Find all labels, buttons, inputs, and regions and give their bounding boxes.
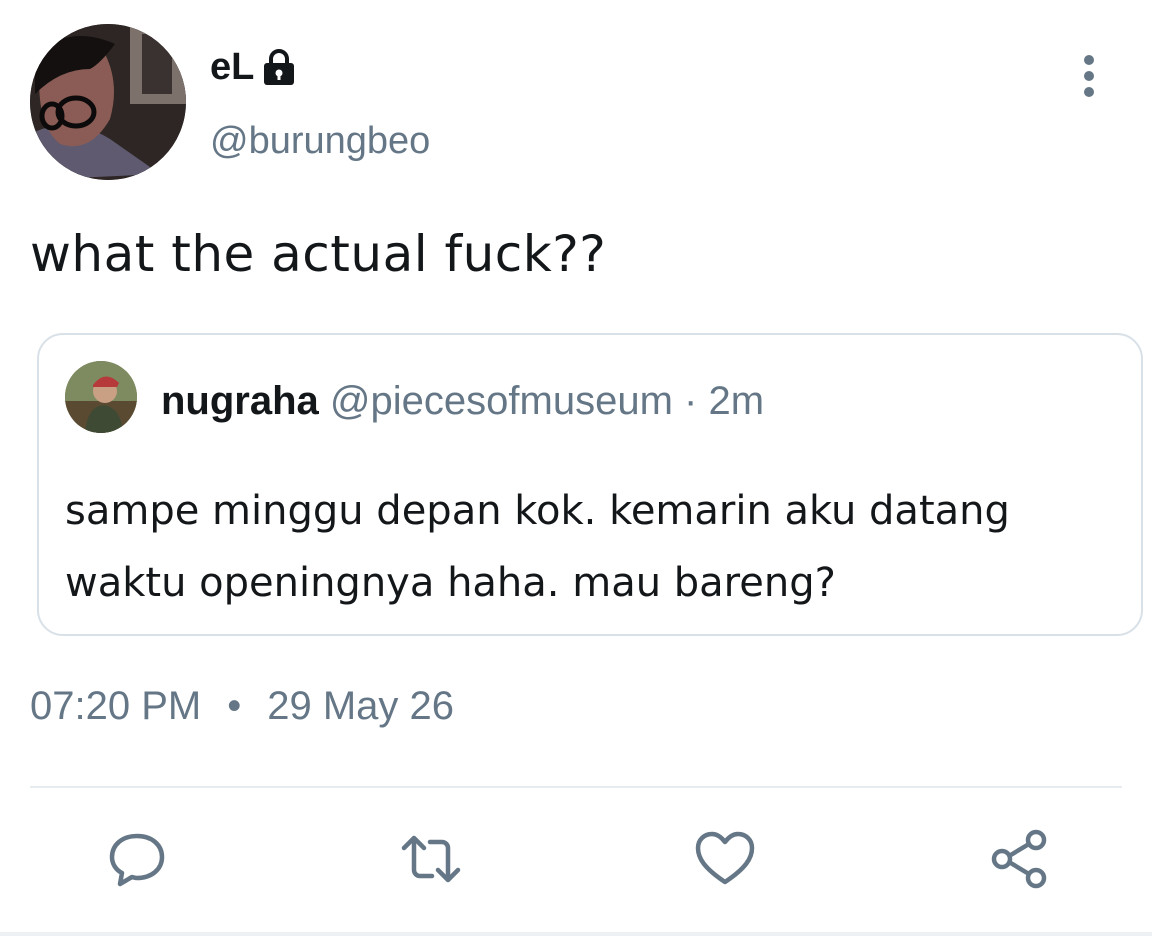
quoted-display-name: nugraha (161, 379, 319, 423)
quoted-header: nugraha @piecesofmuseum · 2m (161, 379, 764, 424)
tweet: eL @burungbeo what the actual fuck?? nug… (0, 0, 1152, 951)
quoted-tweet[interactable]: nugraha @piecesofmuseum · 2m sampe mingg… (37, 333, 1143, 636)
tweet-time: 07:20 PM (30, 684, 202, 728)
author-display-name[interactable]: eL (210, 46, 254, 89)
more-options-icon[interactable] (1072, 52, 1106, 100)
lock-icon (262, 48, 296, 87)
bottom-divider (0, 932, 1152, 936)
quoted-text: sampe minggu depan kok. kemarin aku data… (65, 488, 1010, 606)
retweet-icon[interactable] (400, 828, 462, 890)
heart-icon[interactable] (694, 828, 756, 890)
author-name-row: eL (210, 46, 296, 89)
quoted-handle: @piecesofmuseum (329, 379, 673, 423)
share-icon[interactable] (988, 828, 1050, 890)
tweet-date: 29 May 26 (267, 684, 455, 728)
tweet-timestamp: 07:20 PM • 29 May 26 (30, 684, 454, 729)
quoted-age: 2m (708, 379, 765, 423)
reply-icon[interactable] (106, 828, 168, 890)
author-avatar[interactable] (30, 24, 186, 180)
timestamp-separator: • (227, 684, 242, 728)
divider (30, 786, 1122, 788)
quoted-author-avatar[interactable] (65, 361, 137, 433)
quoted-separator: · (684, 379, 698, 423)
tweet-text: what the actual fuck?? (30, 225, 607, 283)
author-handle[interactable]: @burungbeo (210, 120, 430, 163)
